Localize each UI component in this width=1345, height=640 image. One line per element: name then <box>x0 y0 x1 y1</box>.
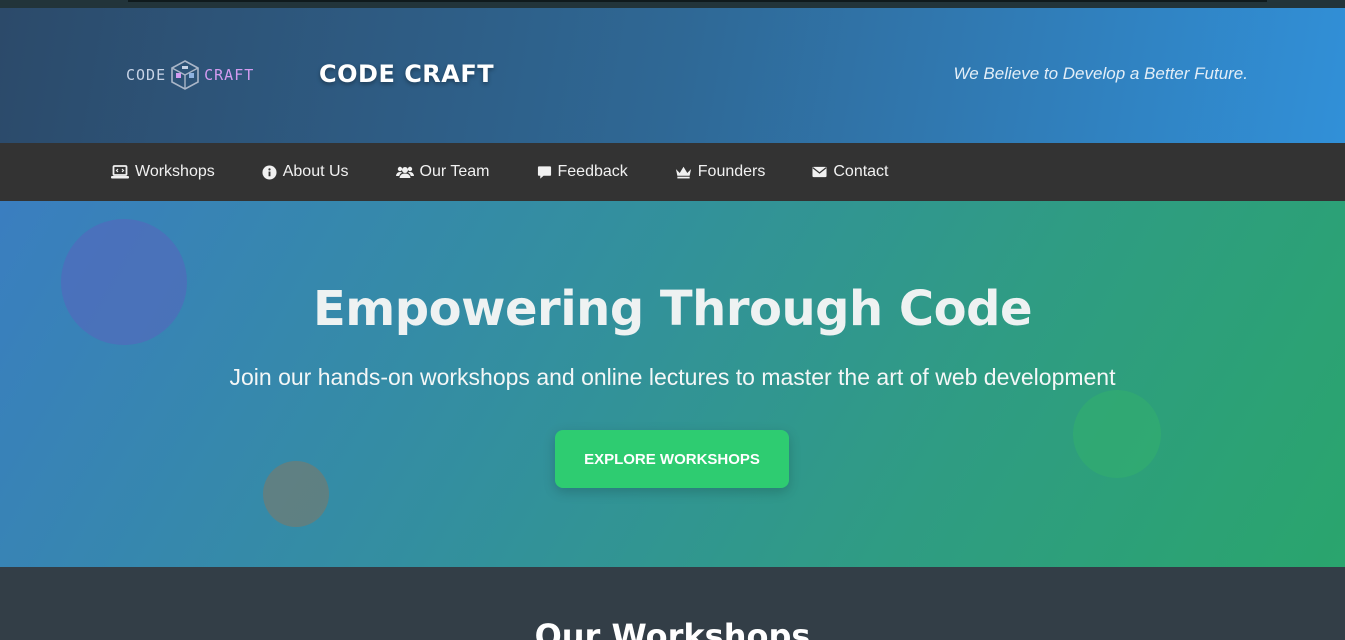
nav-item-founders[interactable]: Founders <box>675 163 766 181</box>
hero-subtitle: Join our hands-on workshops and online l… <box>229 364 1116 390</box>
tagline: We Believe to Develop a Better Future. <box>953 64 1248 83</box>
nav-label: Feedback <box>557 163 628 180</box>
nav-item-workshops[interactable]: Workshops <box>111 163 215 181</box>
main-nav: Workshops About Us Our Team Feedback Fou… <box>0 143 1345 201</box>
hero-title: Empowering Through Code <box>313 281 1033 337</box>
users-icon <box>395 166 414 178</box>
hero-section: Empowering Through Code Join our hands-o… <box>0 201 1345 567</box>
decorative-circle <box>263 461 329 527</box>
logo-word-craft: CRAFT <box>204 66 255 84</box>
explore-workshops-button[interactable]: EXPLORE WORKSHOPS <box>555 430 789 488</box>
info-circle-icon <box>262 164 277 180</box>
section-heading: Our Workshops <box>534 617 811 640</box>
brand-name: CODE CRAFT <box>319 60 495 88</box>
nav-label: Our Team <box>419 163 490 180</box>
comment-icon <box>537 165 551 179</box>
logo-word-code: CODE <box>126 66 167 84</box>
top-strip <box>0 0 1345 8</box>
top-strip-line <box>128 0 1267 2</box>
nav-label: About Us <box>282 163 349 180</box>
nav-label: Workshops <box>135 163 215 180</box>
nav-item-about-us[interactable]: About Us <box>262 163 349 181</box>
nav-label: Contact <box>833 163 889 180</box>
laptop-code-icon <box>111 165 129 179</box>
logo[interactable]: CODE CRAFT <box>126 58 254 92</box>
nav-label: Founders <box>697 163 766 180</box>
decorative-circle <box>1073 390 1161 478</box>
cube-logo-icon <box>171 60 199 90</box>
nav-item-contact[interactable]: Contact <box>812 163 889 181</box>
nav-item-our-team[interactable]: Our Team <box>395 163 490 181</box>
workshops-section: Our Workshops <box>0 567 1345 640</box>
envelope-icon <box>812 166 827 178</box>
nav-item-feedback[interactable]: Feedback <box>537 163 628 181</box>
crown-icon <box>675 166 691 179</box>
site-header: CODE CRAFT CODE CRAFT We Believe to Deve… <box>0 8 1345 143</box>
